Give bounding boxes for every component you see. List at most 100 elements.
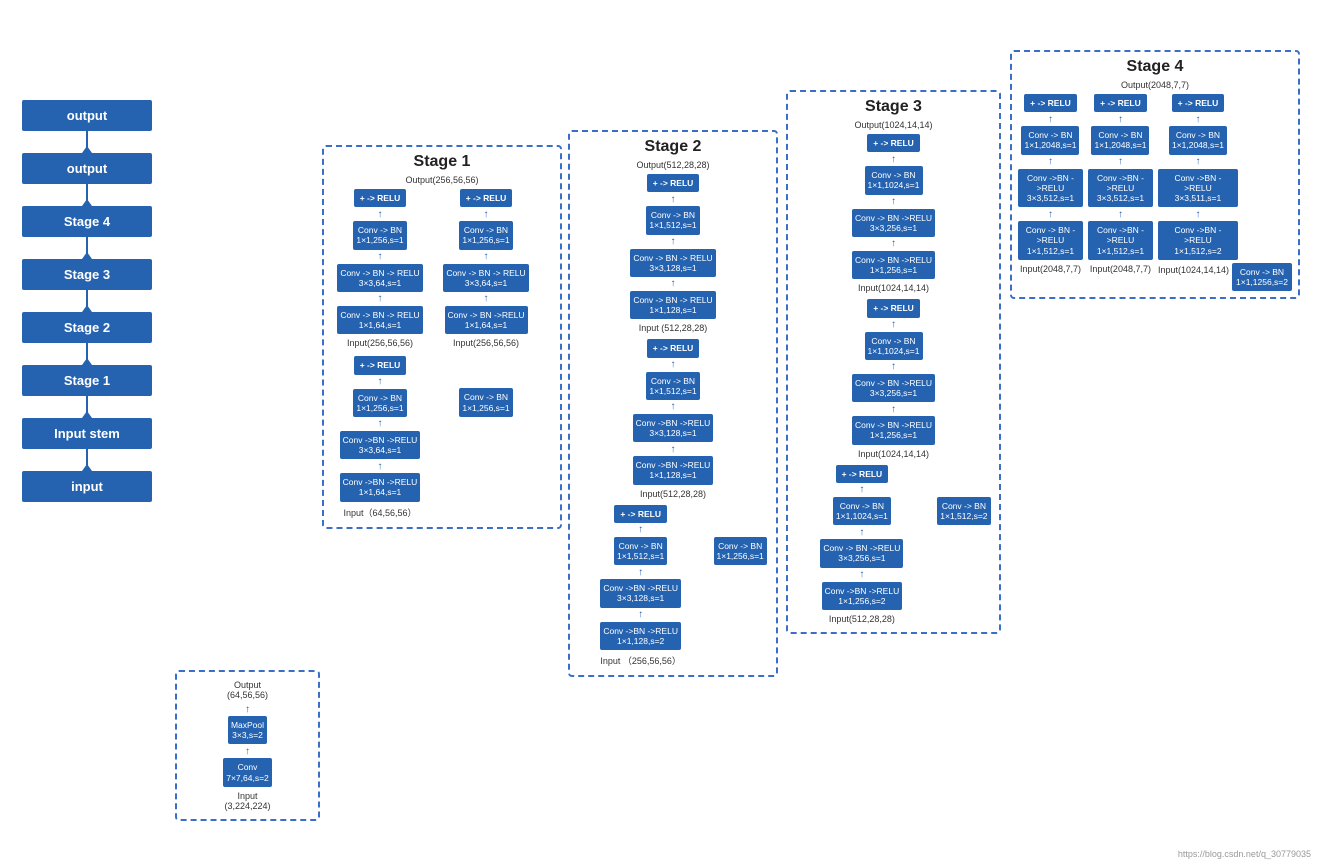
stage2-title: Stage 2: [576, 138, 770, 156]
stage1-colC-arr1: [378, 419, 383, 429]
stage3-col1-input: Input(1024,14,14): [858, 283, 929, 293]
stage4-col3-input: Input(1024,14,14): [1158, 265, 1229, 289]
pipeline-block-output-top: output: [22, 100, 152, 131]
stage3-bottom-row: + -> RELU Conv -> BN 1×1,1024,s=1 Conv -…: [794, 465, 993, 626]
stage2-col4: Conv -> BN 1×1,256,s=1: [710, 505, 770, 669]
stage4-col2-conv2: Conv ->BN ->RELU 3×3,512,s=1: [1088, 169, 1153, 208]
stage2-col1-input: Input (512,28,28): [639, 323, 708, 333]
stage3-col1-conv1: Conv -> BN 1×1,1024,s=1: [865, 166, 923, 194]
s2c3-arr2: [638, 567, 643, 577]
stage4-cols: + -> RELU Conv -> BN 1×1,2048,s=1 Conv -…: [1018, 94, 1292, 291]
s4c2-arr1: [1118, 114, 1123, 124]
stage3-col1: + -> RELU Conv -> BN 1×1,1024,s=1 Conv -…: [794, 134, 993, 295]
stage2-col1-conv1: Conv -> BN 1×1,512,s=1: [646, 206, 699, 234]
stage4-col3-conv3: Conv ->BN ->RELU 1×1,512,s=2: [1158, 221, 1238, 260]
s3c1-arr3: [891, 239, 896, 249]
s3c1-arr1: [891, 154, 896, 164]
stage1-colB-conv1: Conv -> BN 1×1,256,s=1: [459, 221, 512, 249]
stage2-col3-relu: + -> RELU: [614, 505, 667, 523]
arrow-s4-s3: [86, 237, 88, 259]
stage2-col4-conv: Conv -> BN 1×1,256,s=1: [714, 537, 767, 565]
stage4-col2-conv1: Conv -> BN 1×1,2048,s=1: [1091, 126, 1149, 154]
s4c1-arr3: [1048, 209, 1053, 219]
s2c2-arr3: [671, 444, 676, 454]
stage3-box: Stage 3 Output(1024,14,14) + -> RELU Con…: [786, 90, 1001, 634]
stage1-bottom-row: + -> RELU Conv -> BN 1×1,256,s=1 Conv ->…: [330, 356, 554, 520]
watermark: https://blog.csdn.net/q_30779035: [1178, 849, 1311, 859]
left-pipeline: output output Stage 4 Stage 3 Stage 2 St…: [22, 100, 152, 502]
s2c1-arr1: [671, 194, 676, 204]
arrow-maxpool-out: [245, 704, 250, 714]
stage2-col2-input: Input(512,28,28): [640, 489, 706, 499]
stage1-colA-relu: + -> RELU: [354, 189, 407, 207]
s3c2-arr1: [891, 320, 896, 330]
stage1-colC-conv0: Conv -> BN 1×1,256,s=1: [353, 389, 406, 417]
stage4-col2-input: Input(2048,7,7): [1090, 264, 1151, 274]
s2c3-arr3: [638, 610, 643, 620]
s2c1-arr3: [671, 279, 676, 289]
stage3-col4: Conv -> BN 1×1,512,s=2: [935, 465, 993, 626]
stage3-col2-input: Input(1024,14,14): [858, 449, 929, 459]
arrow-s2-s1: [86, 343, 88, 365]
s2c1-arr2: [671, 237, 676, 247]
stage3-col3-conv3: Conv ->BN ->RELU 1×1,256,s=2: [822, 582, 903, 610]
stage1-colB-relu: + -> RELU: [460, 189, 513, 207]
stage1-colB-conv2: Conv -> BN -> RELU 3×3,64,s=1: [443, 264, 528, 292]
stage3-col1-relu: + -> RELU: [867, 134, 920, 152]
stage2-col3-conv1: Conv -> BN 1×1,512,s=1: [614, 537, 667, 565]
stage3-col2: + -> RELU Conv -> BN 1×1,1024,s=1 Conv -…: [794, 299, 993, 460]
arrow-s3-s2: [86, 290, 88, 312]
stage1-colA-input: Input(256,56,56): [347, 338, 413, 348]
stage3-output-label: Output(1024,14,14): [794, 120, 993, 130]
stage1-colB-conv3: Conv -> BN ->RELU 1×1,64,s=1: [445, 306, 528, 334]
pipeline-block-input: input: [22, 471, 152, 502]
stage2-bottom-row: + -> RELU Conv -> BN 1×1,512,s=1 Conv ->…: [576, 505, 770, 669]
stage1-output-label: Output(256,56,56): [330, 175, 554, 185]
stage4-col2-relu: + -> RELU: [1094, 94, 1147, 112]
input-stem-label: Input(3,224,224): [224, 791, 270, 811]
stage2-col1: + -> RELU Conv -> BN 1×1,512,s=1 Conv ->…: [576, 174, 770, 335]
stage2-output-label: Output(512,28,28): [576, 160, 770, 170]
stage2-col3: + -> RELU Conv -> BN 1×1,512,s=1 Conv ->…: [576, 505, 705, 669]
output-stem-label: Output(64,56,56): [227, 680, 268, 700]
stage4-col3-wrap: + -> RELU Conv -> BN 1×1,2048,s=1 Conv -…: [1158, 94, 1292, 291]
stage1-colA-arr2: [378, 252, 383, 262]
stage4-col1: + -> RELU Conv -> BN 1×1,2048,s=1 Conv -…: [1018, 94, 1083, 291]
stage1-colA-conv3: Conv -> BN -> RELU 1×1,64,s=1: [337, 306, 422, 334]
stage1-col-c: + -> RELU Conv -> BN 1×1,256,s=1 Conv ->…: [330, 356, 430, 520]
s4c3-arr2: [1195, 157, 1200, 167]
stage3-col2-relu: + -> RELU: [867, 299, 920, 317]
stage1-colC-conv1: Conv ->BN ->RELU 3×3,64,s=1: [340, 431, 421, 459]
stage4-col2-conv3: Conv ->BN ->RELU 1×1,512,s=1: [1088, 221, 1153, 260]
pipeline-block-stage2: Stage 2: [22, 312, 152, 343]
stage4-title: Stage 4: [1018, 58, 1292, 76]
stage3-cols: + -> RELU Conv -> BN 1×1,1024,s=1 Conv -…: [794, 134, 993, 626]
s3c2-arr3: [891, 404, 896, 414]
stage2-col1-conv3: Conv -> BN -> RELU 1×1,128,s=1: [630, 291, 715, 319]
stage3-col3-conv1: Conv -> BN 1×1,1024,s=1: [833, 497, 891, 525]
stage1-colB-input: Input(256,56,56): [453, 338, 519, 348]
stage4-col3-conv1: Conv -> BN 1×1,2048,s=1: [1169, 126, 1227, 154]
arrow-out2-s4: [86, 184, 88, 206]
stage2-col2-conv2: Conv ->BN ->RELU 3×3,128,s=1: [633, 414, 714, 442]
arrow-conv-maxpool: [245, 746, 250, 756]
diagram: output output Stage 4 Stage 3 Stage 2 St…: [0, 0, 1319, 867]
s4c1-arr2: [1048, 157, 1053, 167]
s2c2-arr1: [671, 360, 676, 370]
stage1-title: Stage 1: [330, 153, 554, 171]
stage4-col1-conv2: Conv ->BN ->RELU 3×3,512,s=1: [1018, 169, 1083, 208]
stage2-col3-conv3: Conv ->BN ->RELU 1×1,128,s=2: [600, 622, 681, 650]
stage3-col2-conv2: Conv -> BN ->RELU 3×3,256,s=1: [852, 374, 935, 402]
input-stem-column: Output(64,56,56) MaxPool3×3,s=2 Conv7×7,…: [183, 678, 312, 813]
stage4-col3-conv2: Conv ->BN ->RELU 3×3,511,s=1: [1158, 169, 1238, 208]
stage1-colA-arr3: [378, 294, 383, 304]
stage1-colA-arr1: [378, 209, 383, 219]
stage4-col1-conv1: Conv -> BN 1×1,2048,s=1: [1021, 126, 1079, 154]
s4c3-arr1: [1195, 114, 1200, 124]
stage4-box: Stage 4 Output(2048,7,7) + -> RELU Conv …: [1010, 50, 1300, 299]
stage4-col1-conv3: Conv -> BN ->RELU 1×1,512,s=1: [1018, 221, 1083, 260]
stage2-col2: + -> RELU Conv -> BN 1×1,512,s=1 Conv ->…: [576, 339, 770, 500]
stage3-col2-conv1: Conv -> BN 1×1,1024,s=1: [865, 332, 923, 360]
stage1-colC-relu: + -> RELU: [354, 356, 407, 374]
stage2-col1-relu: + -> RELU: [647, 174, 700, 192]
